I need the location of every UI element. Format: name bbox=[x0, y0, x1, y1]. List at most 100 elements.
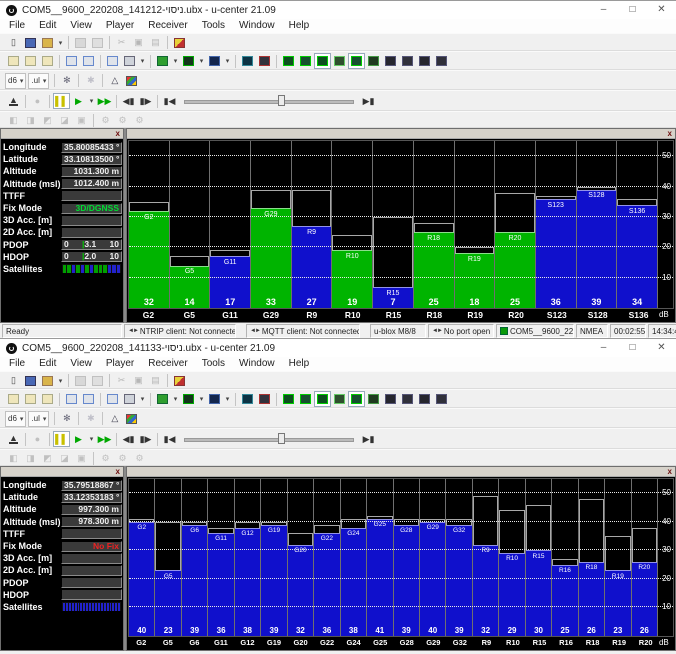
google-earth-caret[interactable]: ▾ bbox=[171, 53, 180, 69]
status-elapsed-time[interactable]: 00:02:55 bbox=[610, 324, 646, 338]
eject-button[interactable]: ▲ bbox=[5, 431, 22, 447]
satellite-level-panel-header[interactable]: x bbox=[127, 129, 675, 139]
views-list-caret[interactable]: ▾ bbox=[138, 391, 147, 407]
binary-console-button[interactable] bbox=[22, 391, 39, 407]
tile-vertical-button[interactable] bbox=[80, 53, 97, 69]
text-console-2-button[interactable] bbox=[314, 391, 331, 407]
new-file-button[interactable]: ▯ bbox=[5, 373, 22, 389]
camera-view-button[interactable] bbox=[416, 391, 433, 407]
views-list-button[interactable] bbox=[121, 391, 138, 407]
map-view-caret[interactable]: ▾ bbox=[197, 53, 206, 69]
status-protocol[interactable]: NMEA bbox=[576, 324, 608, 338]
maximize-button[interactable]: □ bbox=[618, 339, 647, 357]
jump-end-button[interactable]: ▶▮ bbox=[360, 93, 377, 109]
configure-view-button[interactable] bbox=[331, 53, 348, 69]
deviation-map-button[interactable] bbox=[382, 391, 399, 407]
play-speed-caret[interactable]: ▾ bbox=[87, 431, 96, 447]
open-file-button[interactable] bbox=[39, 373, 56, 389]
menu-view[interactable]: View bbox=[63, 19, 99, 33]
camera-view-button[interactable] bbox=[416, 53, 433, 69]
panel-close-icon[interactable]: x bbox=[665, 467, 675, 476]
step-forward-button[interactable]: ▮▶ bbox=[137, 431, 154, 447]
status-ready[interactable]: Ready bbox=[2, 324, 122, 338]
panel-close-icon[interactable]: x bbox=[113, 467, 123, 476]
menu-edit[interactable]: Edit bbox=[32, 357, 63, 371]
chart-view-caret[interactable]: ▾ bbox=[223, 53, 232, 69]
status-port[interactable]: ◄► No port open bbox=[428, 324, 494, 338]
status-mqtt[interactable]: ◄► MQTT client: Not connected bbox=[246, 324, 360, 338]
ubx-console-button[interactable] bbox=[39, 53, 56, 69]
menu-window[interactable]: Window bbox=[232, 357, 282, 371]
open-file-caret[interactable]: ▾ bbox=[56, 35, 65, 51]
status-clock[interactable]: 14:34:42 bbox=[648, 324, 676, 338]
save-file-button[interactable] bbox=[22, 373, 39, 389]
deviation-map-button[interactable] bbox=[382, 53, 399, 69]
map-view-caret[interactable]: ▾ bbox=[197, 391, 206, 407]
map-view-button[interactable] bbox=[180, 53, 197, 69]
new-file-button[interactable]: ▯ bbox=[5, 35, 22, 51]
status-ntrip[interactable]: ◄► NTRIP client: Not connected bbox=[124, 324, 236, 338]
eject-button[interactable]: ▲ bbox=[5, 93, 22, 109]
menu-help[interactable]: Help bbox=[282, 357, 317, 371]
panel-close-icon[interactable]: x bbox=[113, 129, 123, 138]
message-view-button[interactable] bbox=[297, 391, 314, 407]
pause-button[interactable]: ▌▌ bbox=[53, 431, 70, 447]
statistic-view-button[interactable] bbox=[256, 391, 273, 407]
open-file-button[interactable] bbox=[39, 35, 56, 51]
menu-player[interactable]: Player bbox=[99, 19, 141, 33]
units-format-dropdown[interactable]: .ul ▾ bbox=[28, 410, 50, 427]
new-view-button[interactable] bbox=[104, 391, 121, 407]
ubx-message-button[interactable] bbox=[171, 373, 188, 389]
play-speed-caret[interactable]: ▾ bbox=[87, 93, 96, 109]
packet-console-button[interactable] bbox=[280, 53, 297, 69]
table-view-button[interactable] bbox=[239, 391, 256, 407]
menu-tools[interactable]: Tools bbox=[195, 19, 232, 33]
player-position-slider[interactable] bbox=[184, 432, 354, 446]
waypoint-button[interactable]: △ bbox=[106, 411, 123, 427]
docking-window-button[interactable] bbox=[399, 391, 416, 407]
fast-forward-button[interactable]: ▶▶ bbox=[96, 93, 113, 109]
menu-tools[interactable]: Tools bbox=[195, 357, 232, 371]
open-file-caret[interactable]: ▾ bbox=[56, 373, 65, 389]
step-back-button[interactable]: ◀▮ bbox=[120, 431, 137, 447]
menu-receiver[interactable]: Receiver bbox=[141, 19, 194, 33]
degrees-format-dropdown[interactable]: d6 ▾ bbox=[5, 72, 27, 89]
satellite-level-panel-header[interactable]: x bbox=[127, 467, 675, 477]
jump-end-button[interactable]: ▶▮ bbox=[360, 431, 377, 447]
maximize-button[interactable]: □ bbox=[618, 1, 647, 19]
menu-file[interactable]: File bbox=[2, 357, 32, 371]
close-button[interactable]: ✕ bbox=[647, 339, 676, 357]
views-list-button[interactable] bbox=[121, 53, 138, 69]
waypoint-button[interactable]: △ bbox=[106, 73, 123, 89]
chart-view-caret[interactable]: ▾ bbox=[223, 391, 232, 407]
tile-horizontal-button[interactable] bbox=[63, 53, 80, 69]
menu-help[interactable]: Help bbox=[282, 19, 317, 33]
minimize-button[interactable]: – bbox=[589, 1, 618, 19]
step-back-button[interactable]: ◀▮ bbox=[120, 93, 137, 109]
step-forward-button[interactable]: ▮▶ bbox=[137, 93, 154, 109]
slider-thumb[interactable] bbox=[277, 433, 285, 444]
map-view-button[interactable] bbox=[180, 391, 197, 407]
ubx-console-button[interactable] bbox=[39, 391, 56, 407]
window-titlebar[interactable]: COM5__9600_220208_141212-ניסוי.ubx - u-c… bbox=[0, 1, 676, 19]
data-view-panel-header[interactable]: x bbox=[1, 129, 123, 139]
magic-wand-button[interactable]: ✻ bbox=[58, 411, 75, 427]
color-settings-button[interactable] bbox=[123, 411, 140, 427]
google-earth-button[interactable] bbox=[154, 53, 171, 69]
player-position-slider[interactable] bbox=[184, 94, 354, 108]
status-logfile[interactable]: COM5__9600_2202 bbox=[496, 324, 574, 338]
menu-file[interactable]: File bbox=[2, 19, 32, 33]
chart-view-button[interactable] bbox=[206, 53, 223, 69]
play-button[interactable]: ▶ bbox=[70, 93, 87, 109]
messages-view-button[interactable] bbox=[348, 391, 365, 407]
sky-view-button[interactable] bbox=[365, 53, 382, 69]
messages-view-button[interactable] bbox=[348, 53, 365, 69]
menu-receiver[interactable]: Receiver bbox=[141, 357, 194, 371]
binary-console-button[interactable] bbox=[22, 53, 39, 69]
chart-view-button[interactable] bbox=[206, 391, 223, 407]
jump-begin-button[interactable]: ▮◀ bbox=[161, 431, 178, 447]
configure-view-button[interactable] bbox=[331, 391, 348, 407]
fast-forward-button[interactable]: ▶▶ bbox=[96, 431, 113, 447]
message-view-button[interactable] bbox=[297, 53, 314, 69]
menu-window[interactable]: Window bbox=[232, 19, 282, 33]
